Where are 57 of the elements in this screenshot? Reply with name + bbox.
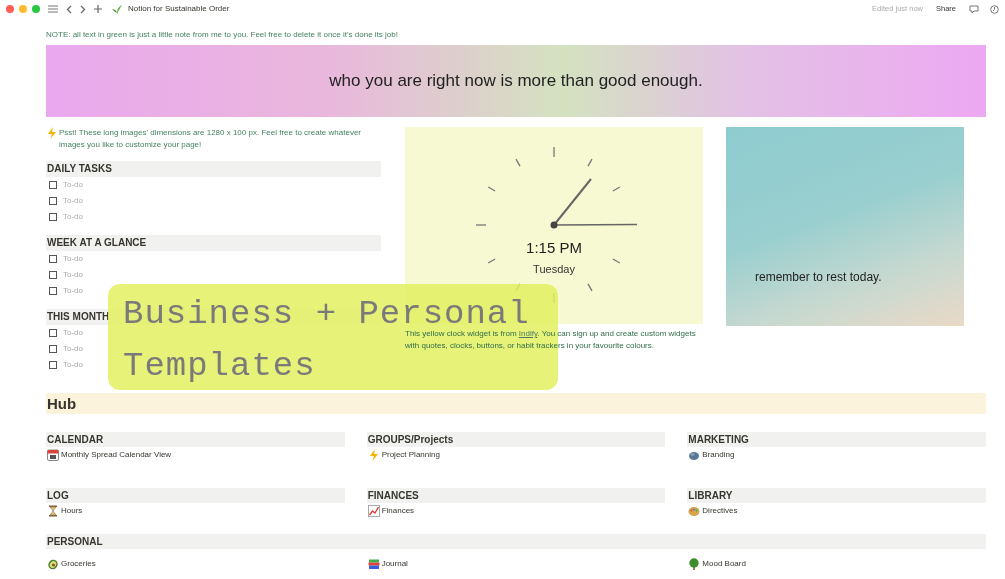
todo-label: To-do (63, 343, 83, 355)
lightning-icon (367, 449, 380, 461)
clock-icon[interactable] (990, 4, 999, 14)
page-link[interactable]: Branding (688, 447, 986, 463)
checkbox[interactable] (49, 329, 57, 337)
section-heading: PERSONAL (46, 534, 986, 549)
hub-heading: Hub (46, 393, 986, 414)
page-link[interactable]: Finances (367, 503, 666, 519)
palette-icon (688, 505, 701, 517)
comment-icon[interactable] (969, 4, 979, 14)
plus-icon[interactable] (94, 5, 102, 13)
todo-label: To-do (63, 253, 83, 265)
checkbox[interactable] (49, 255, 57, 263)
lightning-icon (46, 127, 58, 139)
checkbox[interactable] (49, 345, 57, 353)
hourglass-icon (47, 505, 59, 517)
section-heading: LOG (46, 488, 345, 503)
checkbox[interactable] (49, 287, 57, 295)
banner-quote: who you are right now is more than good enough. (329, 70, 703, 93)
books-icon (367, 558, 380, 570)
todo-label: To-do (63, 285, 83, 297)
section-heading: DAILY TASKS (46, 161, 381, 177)
page-link[interactable]: Journal (367, 556, 666, 572)
rest-text: remember to rest today. (755, 269, 882, 286)
page-title[interactable]: Notion for Sustainable Order (128, 3, 230, 15)
chart-icon (367, 505, 380, 517)
page-link[interactable]: Project Planning (367, 447, 666, 463)
checkbox[interactable] (49, 361, 57, 369)
calendar-icon (47, 449, 59, 461)
todo-label: To-do (63, 269, 83, 281)
page-link[interactable]: Mood Board (688, 556, 986, 572)
avocado-icon (47, 558, 59, 570)
page-link[interactable]: Directives (688, 503, 986, 519)
page-link[interactable]: Hours (47, 503, 345, 519)
clock-day: Tuesday (533, 260, 575, 277)
page-link[interactable]: Monthly Spread Calendar View (47, 447, 345, 463)
clock-time: 1:15 PM (526, 238, 582, 258)
todo-label: To-do (63, 327, 83, 339)
todo-label: To-do (63, 195, 83, 207)
todo-label: To-do (63, 211, 83, 223)
tip-text: Psst! These long images' dimensions are 1280 x 100 px. Feel free to create whatever images you like to customize your page! (59, 127, 362, 151)
section-heading: WEEK AT A GLANCE (46, 235, 381, 251)
section-heading: CALENDAR (46, 432, 345, 447)
checkbox[interactable] (49, 213, 57, 221)
todo-label: To-do (63, 359, 83, 371)
section-heading: MARKETING (687, 432, 986, 447)
todo-label: To-do (63, 179, 83, 191)
page-link[interactable]: Groceries (47, 556, 345, 572)
section-heading: LIBRARY (687, 488, 986, 503)
checkbox[interactable] (49, 197, 57, 205)
tree-icon (688, 558, 701, 570)
checkbox[interactable] (49, 271, 57, 279)
section-heading: FINANCES (366, 488, 666, 503)
note-text: NOTE: all text in green is just a little note from me to you. Feel free to delete it once it's done its job! (46, 29, 399, 41)
checkbox[interactable] (49, 181, 57, 189)
blob-icon (688, 449, 701, 461)
section-heading: GROUPS/Projects (366, 432, 666, 447)
